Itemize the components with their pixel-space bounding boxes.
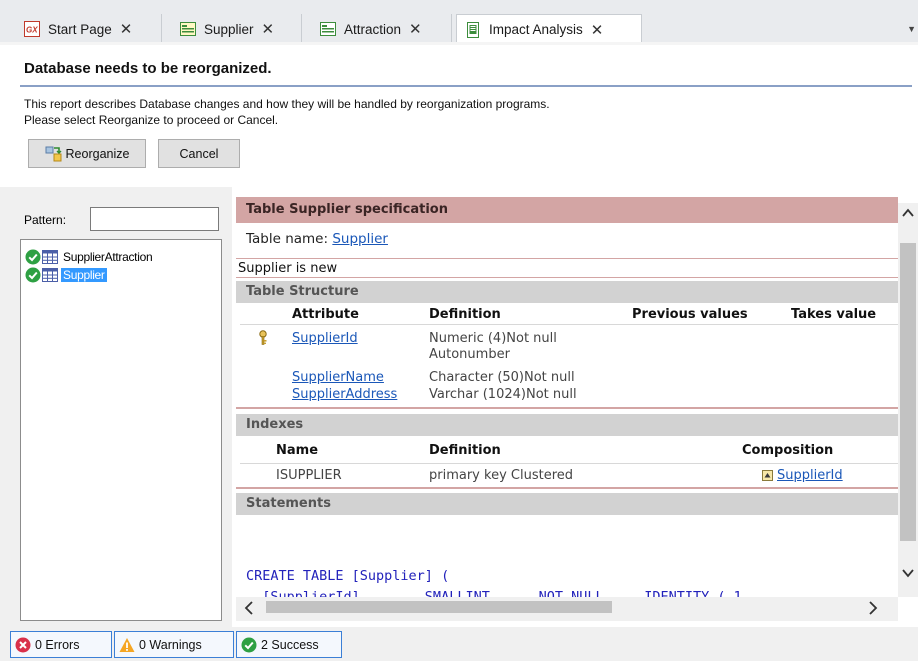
reorganization-header: Database needs to be reorganized. This r… [0, 45, 918, 187]
success-count: 2 Success [261, 637, 319, 652]
tab-start-page[interactable]: GX Start Page ✕ [16, 14, 162, 44]
error-icon [15, 637, 31, 653]
attribute-link[interactable]: SupplierAddress [292, 387, 397, 402]
tab-label: Supplier [204, 21, 254, 37]
report-content: Table Supplier specification Table name:… [236, 187, 898, 597]
tab-attraction[interactable]: Attraction ✕ [312, 14, 452, 44]
close-icon[interactable]: ✕ [409, 20, 422, 38]
chevron-down-icon[interactable] [900, 565, 916, 581]
column-header: Takes value [791, 307, 877, 322]
warnings-filter-button[interactable]: 0 Warnings [114, 631, 234, 658]
pattern-input[interactable] [90, 207, 219, 231]
scrollbar-thumb[interactable] [266, 601, 612, 613]
pattern-label: Pattern: [24, 213, 67, 227]
svg-text:GX: GX [26, 26, 38, 35]
tree-item-label: Supplier [61, 268, 107, 282]
tree-item-supplier[interactable]: Supplier [25, 266, 107, 284]
definition-cell: primary key Clustered [429, 468, 574, 483]
table-tree: SupplierAttraction Supplier [20, 239, 222, 621]
tab-label: Attraction [344, 21, 402, 37]
column-header: Previous values [632, 307, 748, 322]
chevron-left-icon[interactable] [242, 599, 256, 617]
description: This report describes Database changes a… [24, 96, 550, 128]
indexes-heading: Indexes [236, 414, 898, 436]
tree-item-supplierattraction[interactable]: SupplierAttraction [25, 248, 154, 266]
cancel-label: Cancel [179, 146, 219, 161]
index-name-cell: ISUPPLIER [276, 468, 342, 483]
horizontal-scrollbar[interactable] [236, 597, 898, 621]
success-check-icon [25, 249, 41, 265]
description-line: Please select Reorganize to proceed or C… [24, 113, 279, 127]
page-title: Database needs to be reorganized. [24, 60, 272, 77]
definition-cell: Numeric (4)Not null [429, 331, 557, 346]
attribute-link[interactable]: SupplierName [292, 370, 384, 385]
success-filter-button[interactable]: 2 Success [236, 631, 342, 658]
reorganize-icon [45, 145, 63, 163]
table-name: Table name: Supplier [246, 231, 388, 247]
table-name-link[interactable]: Supplier [332, 231, 388, 247]
sql-line: CREATE TABLE [Supplier] ( [246, 568, 450, 584]
column-header: Attribute [292, 307, 359, 322]
column-header: Definition [429, 443, 501, 458]
close-icon[interactable]: ✕ [120, 20, 133, 38]
attribute-link[interactable]: SupplierId [292, 331, 358, 346]
warning-icon [119, 637, 135, 653]
tab-label: Start Page [48, 21, 112, 37]
title-divider [20, 85, 912, 87]
definition-cell: Varchar (1024)Not null [429, 387, 577, 402]
warnings-count: 0 Warnings [139, 637, 202, 652]
errors-filter-button[interactable]: 0 Errors [10, 631, 112, 658]
definition-cell: Character (50)Not null [429, 370, 575, 385]
cancel-button[interactable]: Cancel [158, 139, 240, 168]
success-check-icon [25, 267, 41, 283]
tab-supplier[interactable]: Supplier ✕ [172, 14, 302, 44]
primary-key-icon [256, 330, 270, 349]
section-divider [236, 487, 898, 489]
sql-line: [SupplierId] SMALLINT NOT NULL IDENTITY … [246, 589, 742, 597]
tab-impact-analysis[interactable]: Impact Analysis ✕ [456, 14, 642, 44]
ascending-order-icon [762, 470, 773, 484]
impact-report: Table Supplier specification Table name:… [232, 187, 918, 627]
genexus-icon: GX [24, 21, 40, 37]
tables-panel: Pattern: SupplierAttraction Supplier [0, 187, 228, 627]
errors-count: 0 Errors [35, 637, 80, 652]
statements-heading: Statements [236, 493, 898, 515]
chevron-right-icon[interactable] [866, 599, 880, 617]
spec-title: Table Supplier specification [236, 197, 898, 223]
chevron-up-icon[interactable] [900, 205, 916, 221]
scrollbar-thumb[interactable] [900, 243, 916, 541]
success-check-icon [241, 637, 257, 653]
section-divider [236, 407, 898, 409]
composition-link[interactable]: SupplierId [777, 468, 843, 483]
document-tab-bar: GX Start Page ✕ Supplier ✕ Attraction ✕ … [0, 0, 918, 45]
column-header: Composition [742, 443, 834, 458]
table-name-label: Table name: [246, 231, 329, 247]
column-header: Definition [429, 307, 501, 322]
reorganize-label: Reorganize [65, 146, 130, 161]
table-status: Supplier is new [236, 258, 898, 278]
column-header: Name [276, 443, 319, 458]
row-divider [240, 463, 898, 464]
structure-heading: Table Structure [236, 281, 898, 303]
close-icon[interactable]: ✕ [591, 21, 604, 39]
close-icon[interactable]: ✕ [262, 20, 275, 38]
table-icon [42, 267, 58, 283]
transaction-icon [180, 21, 196, 37]
tab-label: Impact Analysis [489, 22, 583, 37]
table-icon [42, 249, 58, 265]
chevron-down-icon[interactable]: ▼ [907, 24, 916, 34]
definition-cell: Autonumber [429, 347, 510, 362]
report-icon [465, 21, 481, 38]
reorganize-button[interactable]: Reorganize [28, 139, 146, 168]
row-divider [240, 324, 898, 325]
vertical-scrollbar[interactable] [898, 203, 918, 597]
tree-item-label: SupplierAttraction [63, 250, 153, 264]
transaction-icon [320, 21, 336, 37]
description-line: This report describes Database changes a… [24, 97, 550, 111]
status-bar: 0 Errors 0 Warnings 2 Success [0, 627, 918, 661]
